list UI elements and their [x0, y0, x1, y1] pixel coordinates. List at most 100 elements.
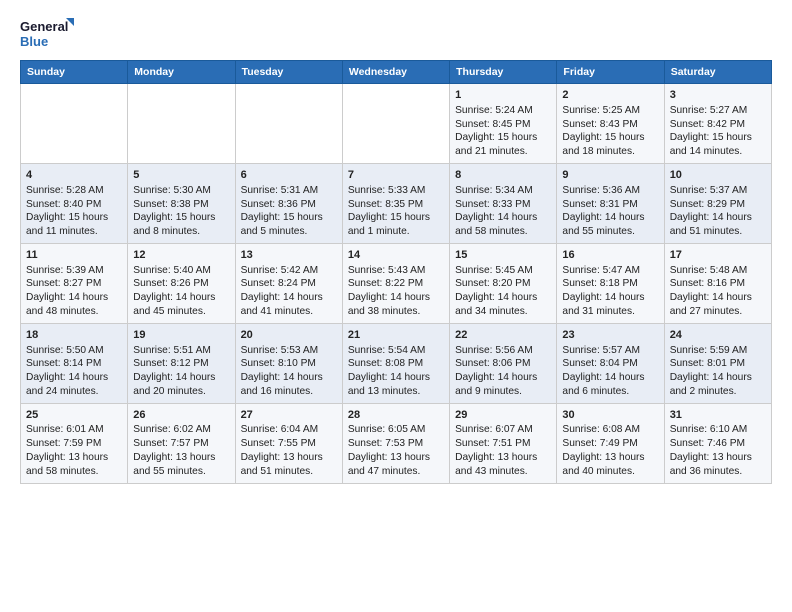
day-info: Sunset: 8:16 PM: [670, 277, 766, 291]
day-number: 4: [26, 168, 122, 183]
day-info: and 47 minutes.: [348, 465, 444, 479]
day-info: Sunset: 8:36 PM: [241, 198, 337, 212]
day-number: 27: [241, 408, 337, 423]
day-info: Daylight: 15 hours: [670, 131, 766, 145]
day-info: Sunrise: 5:42 AM: [241, 264, 337, 278]
day-info: Sunrise: 5:30 AM: [133, 184, 229, 198]
day-number: 1: [455, 88, 551, 103]
day-info: Daylight: 14 hours: [26, 291, 122, 305]
day-number: 18: [26, 328, 122, 343]
day-info: Sunset: 8:04 PM: [562, 357, 658, 371]
day-info: and 45 minutes.: [133, 305, 229, 319]
svg-text:Blue: Blue: [20, 34, 48, 49]
day-info: Sunset: 8:12 PM: [133, 357, 229, 371]
day-info: Daylight: 14 hours: [241, 371, 337, 385]
day-info: Sunrise: 6:10 AM: [670, 423, 766, 437]
day-cell: 4Sunrise: 5:28 AMSunset: 8:40 PMDaylight…: [21, 163, 128, 243]
day-info: and 51 minutes.: [670, 225, 766, 239]
day-number: 15: [455, 248, 551, 263]
page: General Blue SundayMondayTuesdayWednesda…: [0, 0, 792, 494]
day-number: 3: [670, 88, 766, 103]
day-info: Daylight: 14 hours: [670, 291, 766, 305]
day-info: and 8 minutes.: [133, 225, 229, 239]
day-info: and 41 minutes.: [241, 305, 337, 319]
day-number: 28: [348, 408, 444, 423]
day-number: 24: [670, 328, 766, 343]
day-info: Sunset: 8:08 PM: [348, 357, 444, 371]
day-info: Daylight: 14 hours: [562, 371, 658, 385]
day-info: Sunrise: 5:27 AM: [670, 104, 766, 118]
day-info: Sunrise: 5:28 AM: [26, 184, 122, 198]
day-info: Sunrise: 5:24 AM: [455, 104, 551, 118]
day-info: Sunset: 8:29 PM: [670, 198, 766, 212]
day-info: Sunset: 7:57 PM: [133, 437, 229, 451]
calendar-table: SundayMondayTuesdayWednesdayThursdayFrid…: [20, 60, 772, 484]
header-cell-monday: Monday: [128, 61, 235, 84]
week-row-2: 4Sunrise: 5:28 AMSunset: 8:40 PM Daylight…: [21, 163, 772, 243]
week-row-5: 25Sunrise: 6:01 AMSunset: 7:59 PMDayligh…: [21, 403, 772, 483]
day-info: and 21 minutes.: [455, 145, 551, 159]
day-number: 13: [241, 248, 337, 263]
day-number: 9: [562, 168, 658, 183]
day-cell: 22Sunrise: 5:56 AMSunset: 8:06 PMDayligh…: [450, 323, 557, 403]
day-number: 7: [348, 168, 444, 183]
week-row-1: 1Sunrise: 5:24 AMSunset: 8:45 PMDaylight…: [21, 84, 772, 164]
day-info: and 5 minutes.: [241, 225, 337, 239]
day-cell: 2Sunrise: 5:25 AMSunset: 8:43 PMDaylight…: [557, 84, 664, 164]
day-info: Sunset: 8:01 PM: [670, 357, 766, 371]
day-cell: 23Sunrise: 5:57 AMSunset: 8:04 PMDayligh…: [557, 323, 664, 403]
day-cell: 27Sunrise: 6:04 AMSunset: 7:55 PMDayligh…: [235, 403, 342, 483]
day-info: Sunset: 8:24 PM: [241, 277, 337, 291]
day-info: Sunset: 8:40 PM: [26, 198, 122, 212]
day-info: Daylight: 13 hours: [348, 451, 444, 465]
day-cell: 5Sunrise: 5:30 AMSunset: 8:38 PMDaylight…: [128, 163, 235, 243]
week-row-4: 18Sunrise: 5:50 AMSunset: 8:14 PM Dayligh…: [21, 323, 772, 403]
day-info: Sunrise: 6:01 AM: [26, 423, 122, 437]
day-info: Sunrise: 5:59 AM: [670, 344, 766, 358]
day-info: Sunset: 8:22 PM: [348, 277, 444, 291]
day-info: Sunset: 8:31 PM: [562, 198, 658, 212]
day-info: and 34 minutes.: [455, 305, 551, 319]
day-cell: 16Sunrise: 5:47 AMSunset: 8:18 PMDayligh…: [557, 243, 664, 323]
day-info: Sunset: 8:20 PM: [455, 277, 551, 291]
day-info: Sunset: 8:33 PM: [455, 198, 551, 212]
header-cell-thursday: Thursday: [450, 61, 557, 84]
day-number: 11: [26, 248, 122, 263]
day-info: Daylight: 15 hours: [241, 211, 337, 225]
day-info: Sunrise: 5:51 AM: [133, 344, 229, 358]
day-info: Daylight: 14 hours: [455, 291, 551, 305]
day-cell: 3Sunrise: 5:27 AMSunset: 8:42 PMDaylight…: [664, 84, 771, 164]
day-info: Sunset: 8:27 PM: [26, 277, 122, 291]
day-cell: 6Sunrise: 5:31 AMSunset: 8:36 PMDaylight…: [235, 163, 342, 243]
day-info: Sunset: 7:53 PM: [348, 437, 444, 451]
day-info: Daylight: 14 hours: [348, 371, 444, 385]
day-info: and 24 minutes.: [26, 385, 122, 399]
day-info: Sunrise: 5:45 AM: [455, 264, 551, 278]
day-number: 29: [455, 408, 551, 423]
day-info: Daylight: 14 hours: [670, 211, 766, 225]
day-cell: 18Sunrise: 5:50 AMSunset: 8:14 PMDayligh…: [21, 323, 128, 403]
day-info: Daylight: 13 hours: [562, 451, 658, 465]
day-info: Sunrise: 6:07 AM: [455, 423, 551, 437]
day-info: and 13 minutes.: [348, 385, 444, 399]
day-info: Daylight: 13 hours: [670, 451, 766, 465]
day-cell: 31Sunrise: 6:10 AMSunset: 7:46 PMDayligh…: [664, 403, 771, 483]
day-info: Sunset: 8:43 PM: [562, 118, 658, 132]
day-info: Sunrise: 6:04 AM: [241, 423, 337, 437]
day-info: Daylight: 14 hours: [670, 371, 766, 385]
day-info: Sunrise: 5:33 AM: [348, 184, 444, 198]
day-cell: 13Sunrise: 5:42 AMSunset: 8:24 PMDayligh…: [235, 243, 342, 323]
day-info: Sunrise: 5:40 AM: [133, 264, 229, 278]
day-info: Sunrise: 5:36 AM: [562, 184, 658, 198]
day-number: 6: [241, 168, 337, 183]
day-info: Daylight: 15 hours: [455, 131, 551, 145]
day-info: Sunset: 8:14 PM: [26, 357, 122, 371]
day-info: Daylight: 13 hours: [26, 451, 122, 465]
day-cell: [128, 84, 235, 164]
day-info: Sunrise: 5:57 AM: [562, 344, 658, 358]
day-info: Daylight: 15 hours: [562, 131, 658, 145]
day-info: Sunrise: 5:50 AM: [26, 344, 122, 358]
day-info: and 55 minutes.: [133, 465, 229, 479]
day-number: 17: [670, 248, 766, 263]
week-row-3: 11Sunrise: 5:39 AMSunset: 8:27 PMDayligh…: [21, 243, 772, 323]
